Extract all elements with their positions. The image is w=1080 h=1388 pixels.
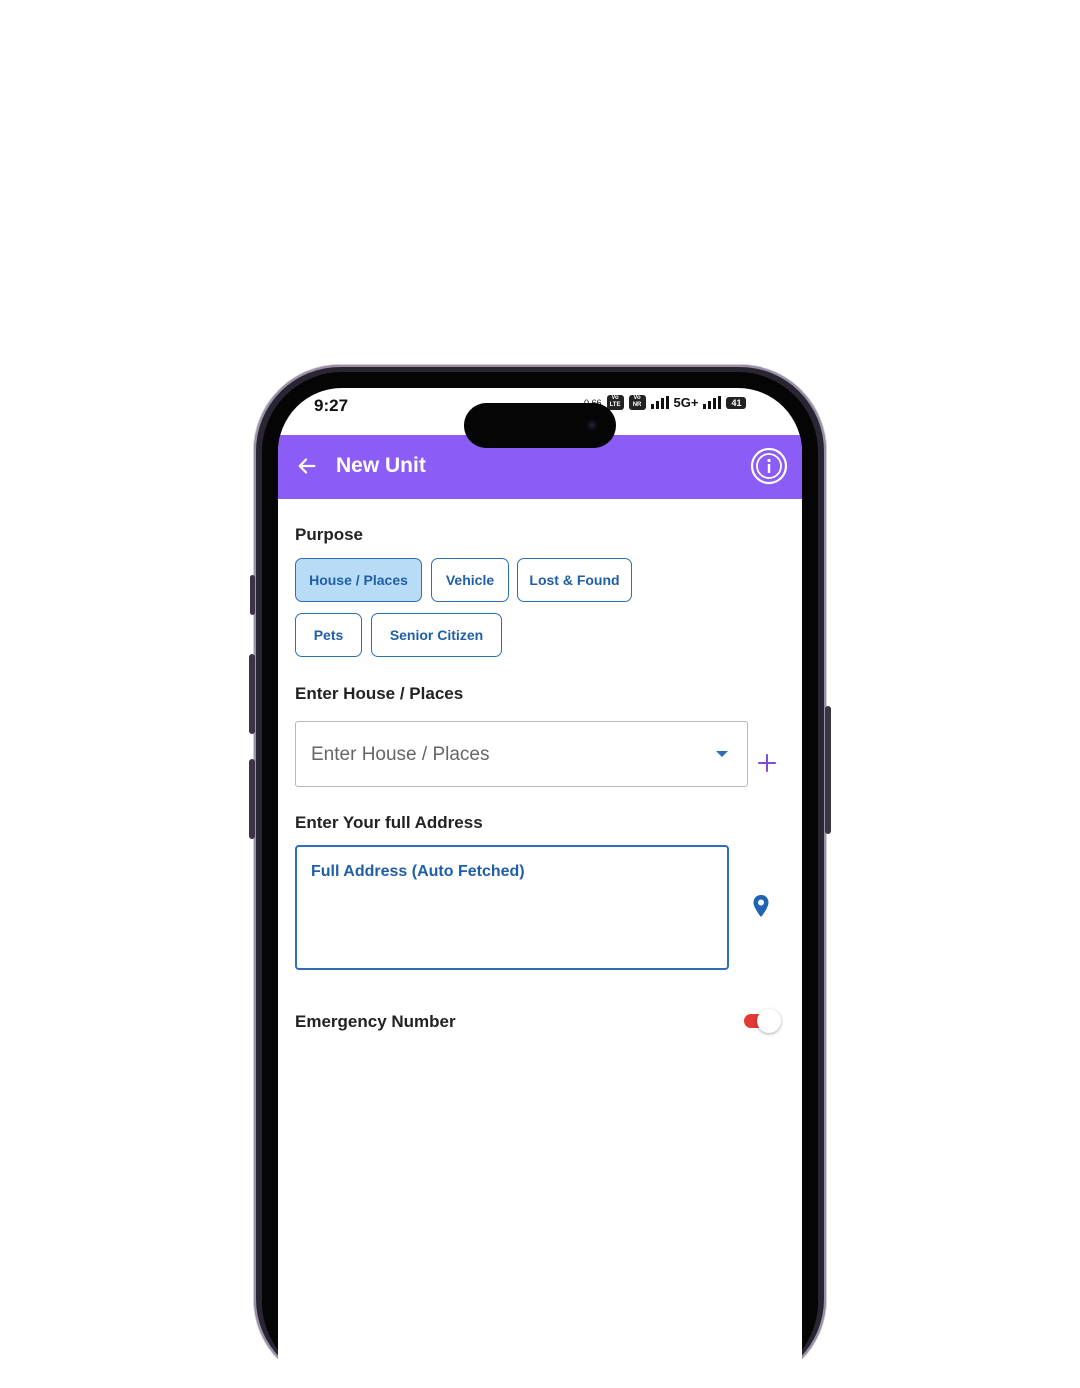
house-places-label: Enter House / Places	[295, 684, 464, 703]
arrow-left-icon[interactable]	[296, 455, 318, 477]
emergency-number-label: Emergency Number	[295, 1012, 456, 1031]
purpose-chip-vehicle[interactable]: Vehicle	[431, 558, 509, 602]
purpose-chip-lost-found[interactable]: Lost & Found	[517, 558, 632, 602]
sim1-icon: Vo LTE	[606, 395, 624, 410]
page-title: New Unit	[336, 454, 426, 477]
map-pin-icon[interactable]	[752, 894, 770, 918]
phone-screen: 9:27 0.66 VoLTE VoNR 5G+ 41 New Unit Pur…	[278, 388, 802, 1388]
phone-volume-down-button	[249, 759, 255, 839]
emergency-number-toggle[interactable]	[744, 1008, 782, 1034]
network-type: 5G+	[673, 395, 699, 410]
plus-icon[interactable]	[756, 752, 778, 774]
purpose-chip-pets[interactable]: Pets	[295, 613, 362, 657]
address-label: Enter Your full Address	[295, 813, 483, 832]
purpose-label: Purpose	[295, 525, 364, 544]
house-places-dropdown[interactable]: Enter House / Places	[295, 721, 748, 787]
phone-action-button	[250, 575, 255, 615]
front-camera-icon	[586, 419, 598, 431]
info-circle-icon[interactable]	[750, 447, 788, 485]
phone-power-button	[825, 706, 831, 834]
purpose-chip-house-places[interactable]: House / Places	[295, 558, 422, 602]
address-placeholder: Full Address (Auto Fetched)	[311, 863, 525, 880]
purpose-chip-senior-citizen[interactable]: Senior Citizen	[371, 613, 502, 657]
phone-volume-up-button	[249, 654, 255, 734]
status-time: 9:27	[314, 396, 349, 415]
battery-icon: 41	[726, 396, 747, 409]
signal-icon-2	[703, 396, 722, 409]
dynamic-island	[464, 403, 616, 448]
sim2-icon: Vo NR	[628, 395, 646, 410]
caret-down-icon	[716, 751, 728, 757]
house-places-placeholder: Enter House / Places	[311, 744, 490, 765]
toggle-knob	[757, 1009, 781, 1033]
signal-icon	[650, 396, 669, 409]
address-textarea[interactable]: Full Address (Auto Fetched)	[295, 845, 729, 970]
